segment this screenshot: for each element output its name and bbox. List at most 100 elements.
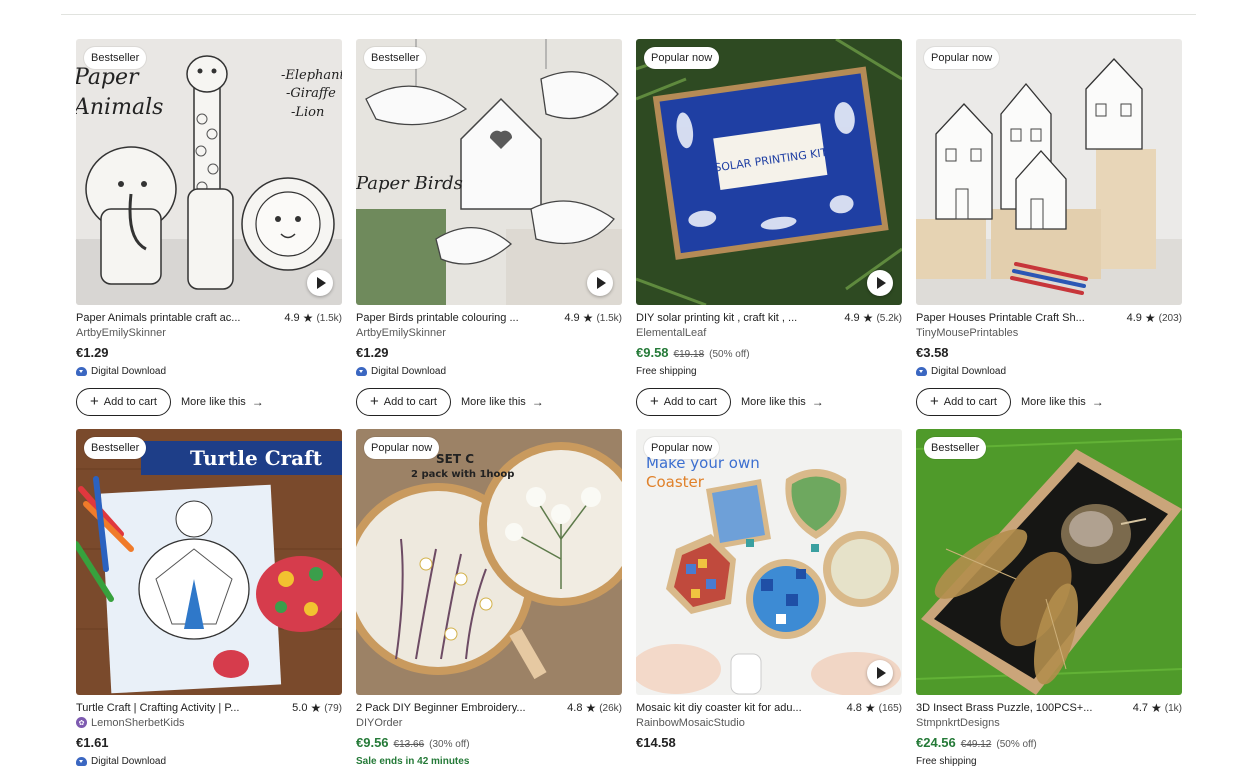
listing-title[interactable]: Turtle Craft | Crafting Activity | P... bbox=[76, 702, 239, 714]
listing-image[interactable]: Make your own Coaster Popular now bbox=[636, 429, 902, 695]
shop-name[interactable]: ArtbyEmilySkinner bbox=[356, 326, 622, 339]
more-like-this-link[interactable]: More like this → bbox=[181, 395, 264, 409]
listing-card[interactable]: Paper Animals -Elephant -Giraffe -Lion B… bbox=[76, 39, 342, 416]
shop-name[interactable]: StmpnkrtDesigns bbox=[916, 716, 1182, 729]
shop-name[interactable]: TinyMousePrintables bbox=[916, 326, 1182, 339]
image-text: Turtle Craft bbox=[190, 446, 323, 470]
star-icon: ★ bbox=[1151, 701, 1162, 715]
listing-card[interactable]: Make your own Coaster Popular now Mosaic… bbox=[636, 429, 902, 753]
note-text: Digital Download bbox=[91, 366, 167, 377]
shop-row[interactable]: ✿ LemonSherbetKids bbox=[76, 716, 342, 729]
solar-printing-kit-image: SOLAR PRINTING KIT bbox=[636, 39, 902, 305]
rating: 4.9 ★ (1.5k) bbox=[564, 311, 622, 325]
review-count: (1k) bbox=[1164, 702, 1182, 714]
listing-image[interactable]: Turtle Craft Bestseller bbox=[76, 429, 342, 695]
image-text: SET C bbox=[436, 452, 474, 466]
shop-name[interactable]: RainbowMosaicStudio bbox=[636, 716, 902, 729]
mosaic-coaster-kit-image: Make your own Coaster bbox=[636, 429, 902, 695]
listing-title[interactable]: DIY solar printing kit , craft kit , ... bbox=[636, 312, 797, 324]
review-count: (1.5k) bbox=[316, 312, 342, 324]
play-video-icon[interactable] bbox=[307, 270, 333, 296]
discount-percent: (50% off) bbox=[996, 739, 1037, 750]
listing-title[interactable]: Mosaic kit diy coaster kit for adu... bbox=[636, 702, 802, 714]
star-icon: ★ bbox=[582, 311, 594, 325]
rating-value: 4.7 bbox=[1132, 702, 1148, 714]
star-icon: ★ bbox=[864, 701, 876, 715]
listing-image[interactable]: SOLAR PRINTING KIT Popular now bbox=[636, 39, 902, 305]
listing-title[interactable]: 2 Pack DIY Beginner Embroidery... bbox=[356, 702, 526, 714]
discount-percent: (30% off) bbox=[429, 739, 470, 750]
cloud-download-icon bbox=[356, 367, 367, 376]
arrow-right-icon: → bbox=[1091, 395, 1104, 409]
original-price: €13.66 bbox=[393, 739, 425, 750]
listing-image[interactable]: Popular now bbox=[916, 39, 1182, 305]
rating: 4.8 ★ (26k) bbox=[567, 701, 622, 715]
shop-name[interactable]: ArtbyEmilySkinner bbox=[76, 326, 342, 339]
listing-card[interactable]: Popular now Paper Houses Printable Craft… bbox=[916, 39, 1182, 416]
paper-animals-image: Paper Animals -Elephant -Giraffe -Lion bbox=[76, 39, 342, 305]
listing-image[interactable]: Paper Animals -Elephant -Giraffe -Lion B… bbox=[76, 39, 342, 305]
popular-now-badge: Popular now bbox=[644, 47, 720, 69]
embroidery-kit-image: SET C 2 pack with 1hoop bbox=[356, 429, 622, 695]
review-count: (79) bbox=[324, 702, 342, 714]
listing-card[interactable]: SOLAR PRINTING KIT Popular now DIY solar… bbox=[636, 39, 902, 416]
listing-image[interactable]: Bestseller bbox=[916, 429, 1182, 695]
listing-image[interactable]: Paper Birds Bestseller bbox=[356, 39, 622, 305]
turtle-craft-image: Turtle Craft bbox=[76, 429, 342, 695]
add-to-cart-label: Add to cart bbox=[103, 396, 157, 408]
more-like-this-link[interactable]: More like this → bbox=[741, 395, 824, 409]
sale-countdown: Sale ends in 42 minutes bbox=[356, 756, 470, 767]
add-to-cart-button[interactable]: + Add to cart bbox=[76, 388, 171, 416]
add-to-cart-button[interactable]: + Add to cart bbox=[916, 388, 1011, 416]
sale-price: €24.56 bbox=[916, 735, 956, 750]
listing-card[interactable]: SET C 2 pack with 1hoop Popular now 2 Pa… bbox=[356, 429, 622, 768]
rating: 4.9 ★ (1.5k) bbox=[284, 311, 342, 325]
image-text: -Giraffe bbox=[286, 86, 336, 101]
rating-value: 4.8 bbox=[567, 702, 583, 714]
plus-icon: + bbox=[370, 393, 379, 410]
note-text: Digital Download bbox=[91, 756, 167, 767]
digital-download-label: Digital Download bbox=[356, 365, 622, 378]
plus-icon: + bbox=[930, 393, 939, 410]
shop-name[interactable]: ElementalLeaf bbox=[636, 326, 902, 339]
shop-name[interactable]: DIYOrder bbox=[356, 716, 622, 729]
digital-download-label: Digital Download bbox=[76, 365, 342, 378]
rating-value: 5.0 bbox=[292, 702, 308, 714]
digital-download-label: Digital Download bbox=[916, 365, 1182, 378]
listing-title[interactable]: Paper Animals printable craft ac... bbox=[76, 312, 240, 324]
cloud-download-icon bbox=[76, 757, 87, 766]
image-text: Coaster bbox=[646, 473, 705, 491]
listing-card[interactable]: Bestseller 3D Insect Brass Puzzle, 100PC… bbox=[916, 429, 1182, 768]
listing-title[interactable]: Paper Birds printable colouring ... bbox=[356, 312, 519, 324]
star-icon: ★ bbox=[1144, 311, 1156, 325]
image-text: -Elephant bbox=[281, 68, 342, 83]
listing-title[interactable]: Paper Houses Printable Craft Sh... bbox=[916, 312, 1085, 324]
original-price: €19.18 bbox=[673, 349, 705, 360]
note-text: Digital Download bbox=[931, 366, 1007, 377]
listing-card[interactable]: Turtle Craft Bestseller Turtle Craft | C… bbox=[76, 429, 342, 768]
plus-icon: + bbox=[90, 393, 99, 410]
rating-value: 4.9 bbox=[284, 312, 300, 324]
image-text: -Lion bbox=[291, 105, 324, 120]
bestseller-badge: Bestseller bbox=[84, 47, 147, 69]
listing-image[interactable]: SET C 2 pack with 1hoop Popular now bbox=[356, 429, 622, 695]
star-seller-icon: ✿ bbox=[76, 717, 87, 728]
more-like-this-link[interactable]: More like this → bbox=[1021, 395, 1104, 409]
price: €1.29 bbox=[76, 345, 109, 360]
review-count: (26k) bbox=[599, 702, 622, 714]
listing-title[interactable]: 3D Insect Brass Puzzle, 100PCS+... bbox=[916, 702, 1092, 714]
free-shipping-label: Free shipping bbox=[636, 366, 697, 377]
plus-icon: + bbox=[650, 393, 659, 410]
add-to-cart-button[interactable]: + Add to cart bbox=[356, 388, 451, 416]
rating: 4.8 ★ (165) bbox=[847, 701, 902, 715]
more-like-this-link[interactable]: More like this → bbox=[461, 395, 544, 409]
play-video-icon[interactable] bbox=[867, 660, 893, 686]
play-video-icon[interactable] bbox=[867, 270, 893, 296]
bestseller-badge: Bestseller bbox=[84, 437, 147, 459]
listing-card[interactable]: Paper Birds Bestseller Paper Birds print… bbox=[356, 39, 622, 416]
play-video-icon[interactable] bbox=[587, 270, 613, 296]
add-to-cart-button[interactable]: + Add to cart bbox=[636, 388, 731, 416]
review-count: (165) bbox=[878, 702, 902, 714]
brass-insect-puzzle-image bbox=[916, 429, 1182, 695]
review-count: (1.5k) bbox=[596, 312, 622, 324]
